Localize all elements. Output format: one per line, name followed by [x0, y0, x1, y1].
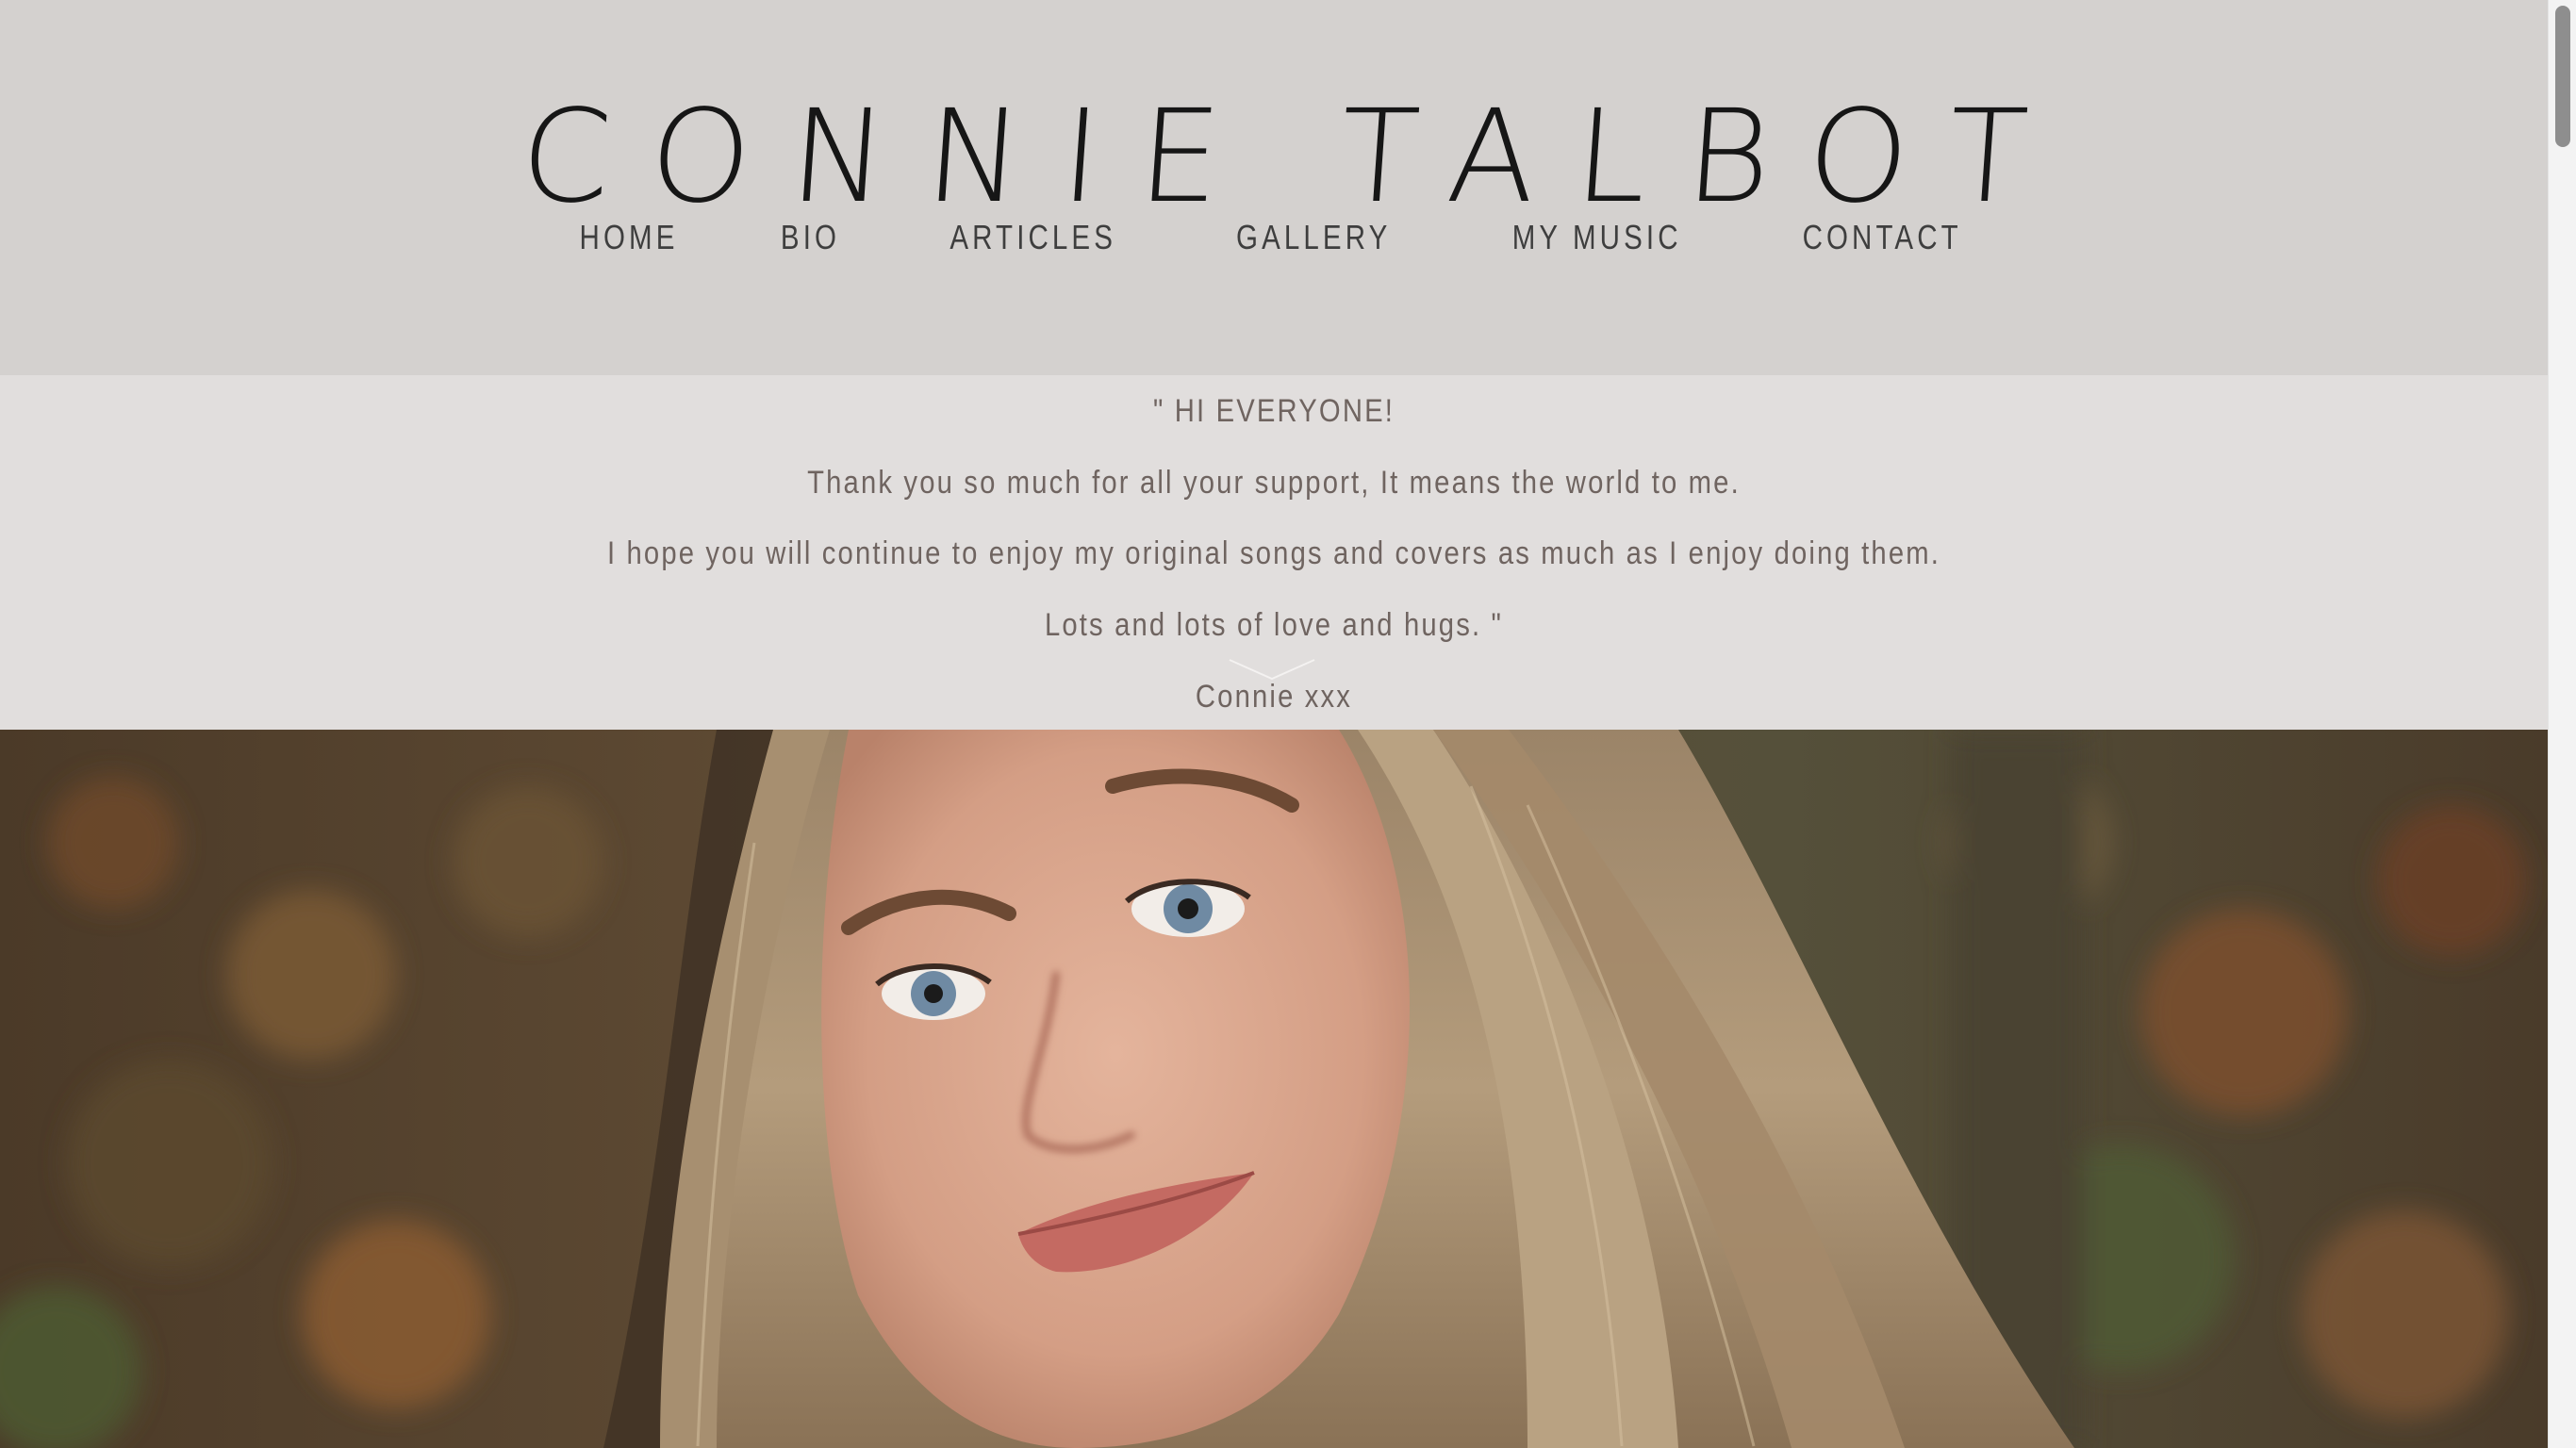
main-nav: HOME BIO ARTICLES GALLERY MY MUSIC CONTA…	[0, 215, 2548, 260]
site-header: CONNIE TALBOT HOME BIO ARTICLES GALLERY …	[0, 0, 2548, 375]
welcome-line-thanks: Thank you so much for all your support, …	[807, 465, 1741, 501]
site-title[interactable]: CONNIE TALBOT	[0, 83, 2552, 232]
vertical-scrollbar[interactable]	[2548, 0, 2576, 1448]
welcome-line-love: Lots and lots of love and hugs. "	[1044, 607, 1504, 643]
nav-item-contact[interactable]: CONTACT	[1803, 215, 1962, 260]
nav-item-gallery[interactable]: GALLERY	[1236, 215, 1391, 260]
nav-item-articles[interactable]: ARTICLES	[949, 215, 1116, 260]
nav-item-bio[interactable]: BIO	[781, 215, 840, 260]
welcome-message: " HI EVERYONE! Thank you so much for all…	[0, 375, 2548, 730]
welcome-line-greeting: " HI EVERYONE!	[1152, 393, 1395, 429]
portrait-image	[0, 730, 2548, 1448]
page: CONNIE TALBOT HOME BIO ARTICLES GALLERY …	[0, 0, 2576, 1448]
nav-item-home[interactable]: HOME	[579, 215, 678, 260]
welcome-signature: Connie xxx	[1195, 679, 1353, 715]
welcome-line-hope: I hope you will continue to enjoy my ori…	[606, 535, 1941, 571]
scrollbar-thumb[interactable]	[2555, 6, 2570, 147]
nav-item-my-music[interactable]: MY MUSIC	[1511, 215, 1681, 260]
hero-photo	[0, 730, 2548, 1448]
